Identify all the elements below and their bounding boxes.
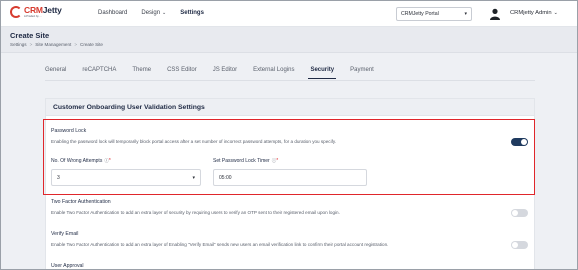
logo-tagline: A Product by ... <box>24 15 42 18</box>
breadcrumb-separator: > <box>74 42 77 47</box>
chevron-down-icon: ▾ <box>464 11 467 17</box>
nav-design[interactable]: Design ⌄ <box>141 10 166 16</box>
verify-email-title: Verify Email <box>51 231 79 237</box>
tab-external-logins[interactable]: External Logins <box>253 67 294 79</box>
top-navbar: CRMJetty A Product by ... Dashboard Desi… <box>1 1 577 27</box>
breadcrumb: Settings > Site Management > Create Site <box>10 42 103 47</box>
tab-general[interactable]: General <box>45 67 66 79</box>
logo-accent-text: Jetty <box>42 5 62 15</box>
breadcrumb-site-management[interactable]: Site Management <box>35 42 71 47</box>
user-approval-title: User Approval <box>51 263 84 269</box>
card-title: Customer Onboarding User Validation Sett… <box>53 104 205 111</box>
tabs-divider <box>45 80 535 81</box>
user-menu[interactable]: CRMjetty Admin ⌄ <box>510 10 558 16</box>
breadcrumb-create-site: Create Site <box>80 42 103 47</box>
card-header: Customer Onboarding User Validation Sett… <box>46 99 534 116</box>
crmjetty-logo[interactable]: CRMJetty A Product by ... <box>10 5 66 23</box>
chevron-down-icon: ⌄ <box>162 10 167 16</box>
breadcrumb-settings[interactable]: Settings <box>10 42 27 47</box>
two-factor-title: Two Factor Authentication <box>51 199 111 205</box>
toggle-knob <box>512 242 518 248</box>
app-window: CRMJetty A Product by ... Dashboard Desi… <box>0 0 578 270</box>
tab-payment[interactable]: Payment <box>350 67 374 79</box>
page-header: Create Site Settings > Site Management >… <box>1 27 577 53</box>
tab-theme[interactable]: Theme <box>132 67 151 79</box>
toggle-knob <box>512 210 518 216</box>
user-name: CRMjetty Admin <box>510 10 552 16</box>
tab-css-editor[interactable]: CSS Editor <box>167 67 197 79</box>
nav-dashboard[interactable]: Dashboard <box>98 10 127 16</box>
main-nav: Dashboard Design ⌄ Settings <box>98 10 204 16</box>
tab-security[interactable]: Security <box>308 67 336 79</box>
portal-select-value: CRMJetty Portal <box>401 11 439 17</box>
two-factor-description: Enable Two Factor Authentication to add … <box>51 210 340 215</box>
verify-email-description: Enable Two Factor Authentication to add … <box>51 242 389 247</box>
verify-email-toggle[interactable] <box>511 241 528 249</box>
tab-recaptcha[interactable]: reCAPTCHA <box>82 67 116 79</box>
two-factor-toggle[interactable] <box>511 209 528 217</box>
settings-tabs: General reCAPTCHA Theme CSS Editor JS Ed… <box>45 67 390 79</box>
highlight-box <box>43 119 535 195</box>
logo-main-text: CRM <box>24 5 43 15</box>
page-title: Create Site <box>10 31 50 40</box>
user-avatar-icon[interactable] <box>489 8 501 20</box>
tab-js-editor[interactable]: JS Editor <box>213 67 237 79</box>
logo-mark-icon <box>10 6 22 18</box>
portal-select[interactable]: CRMJetty Portal ▾ <box>396 7 472 21</box>
nav-settings[interactable]: Settings <box>180 10 204 16</box>
chevron-down-icon: ⌄ <box>553 10 558 16</box>
nav-design-label: Design <box>141 10 161 16</box>
breadcrumb-separator: > <box>29 42 33 47</box>
